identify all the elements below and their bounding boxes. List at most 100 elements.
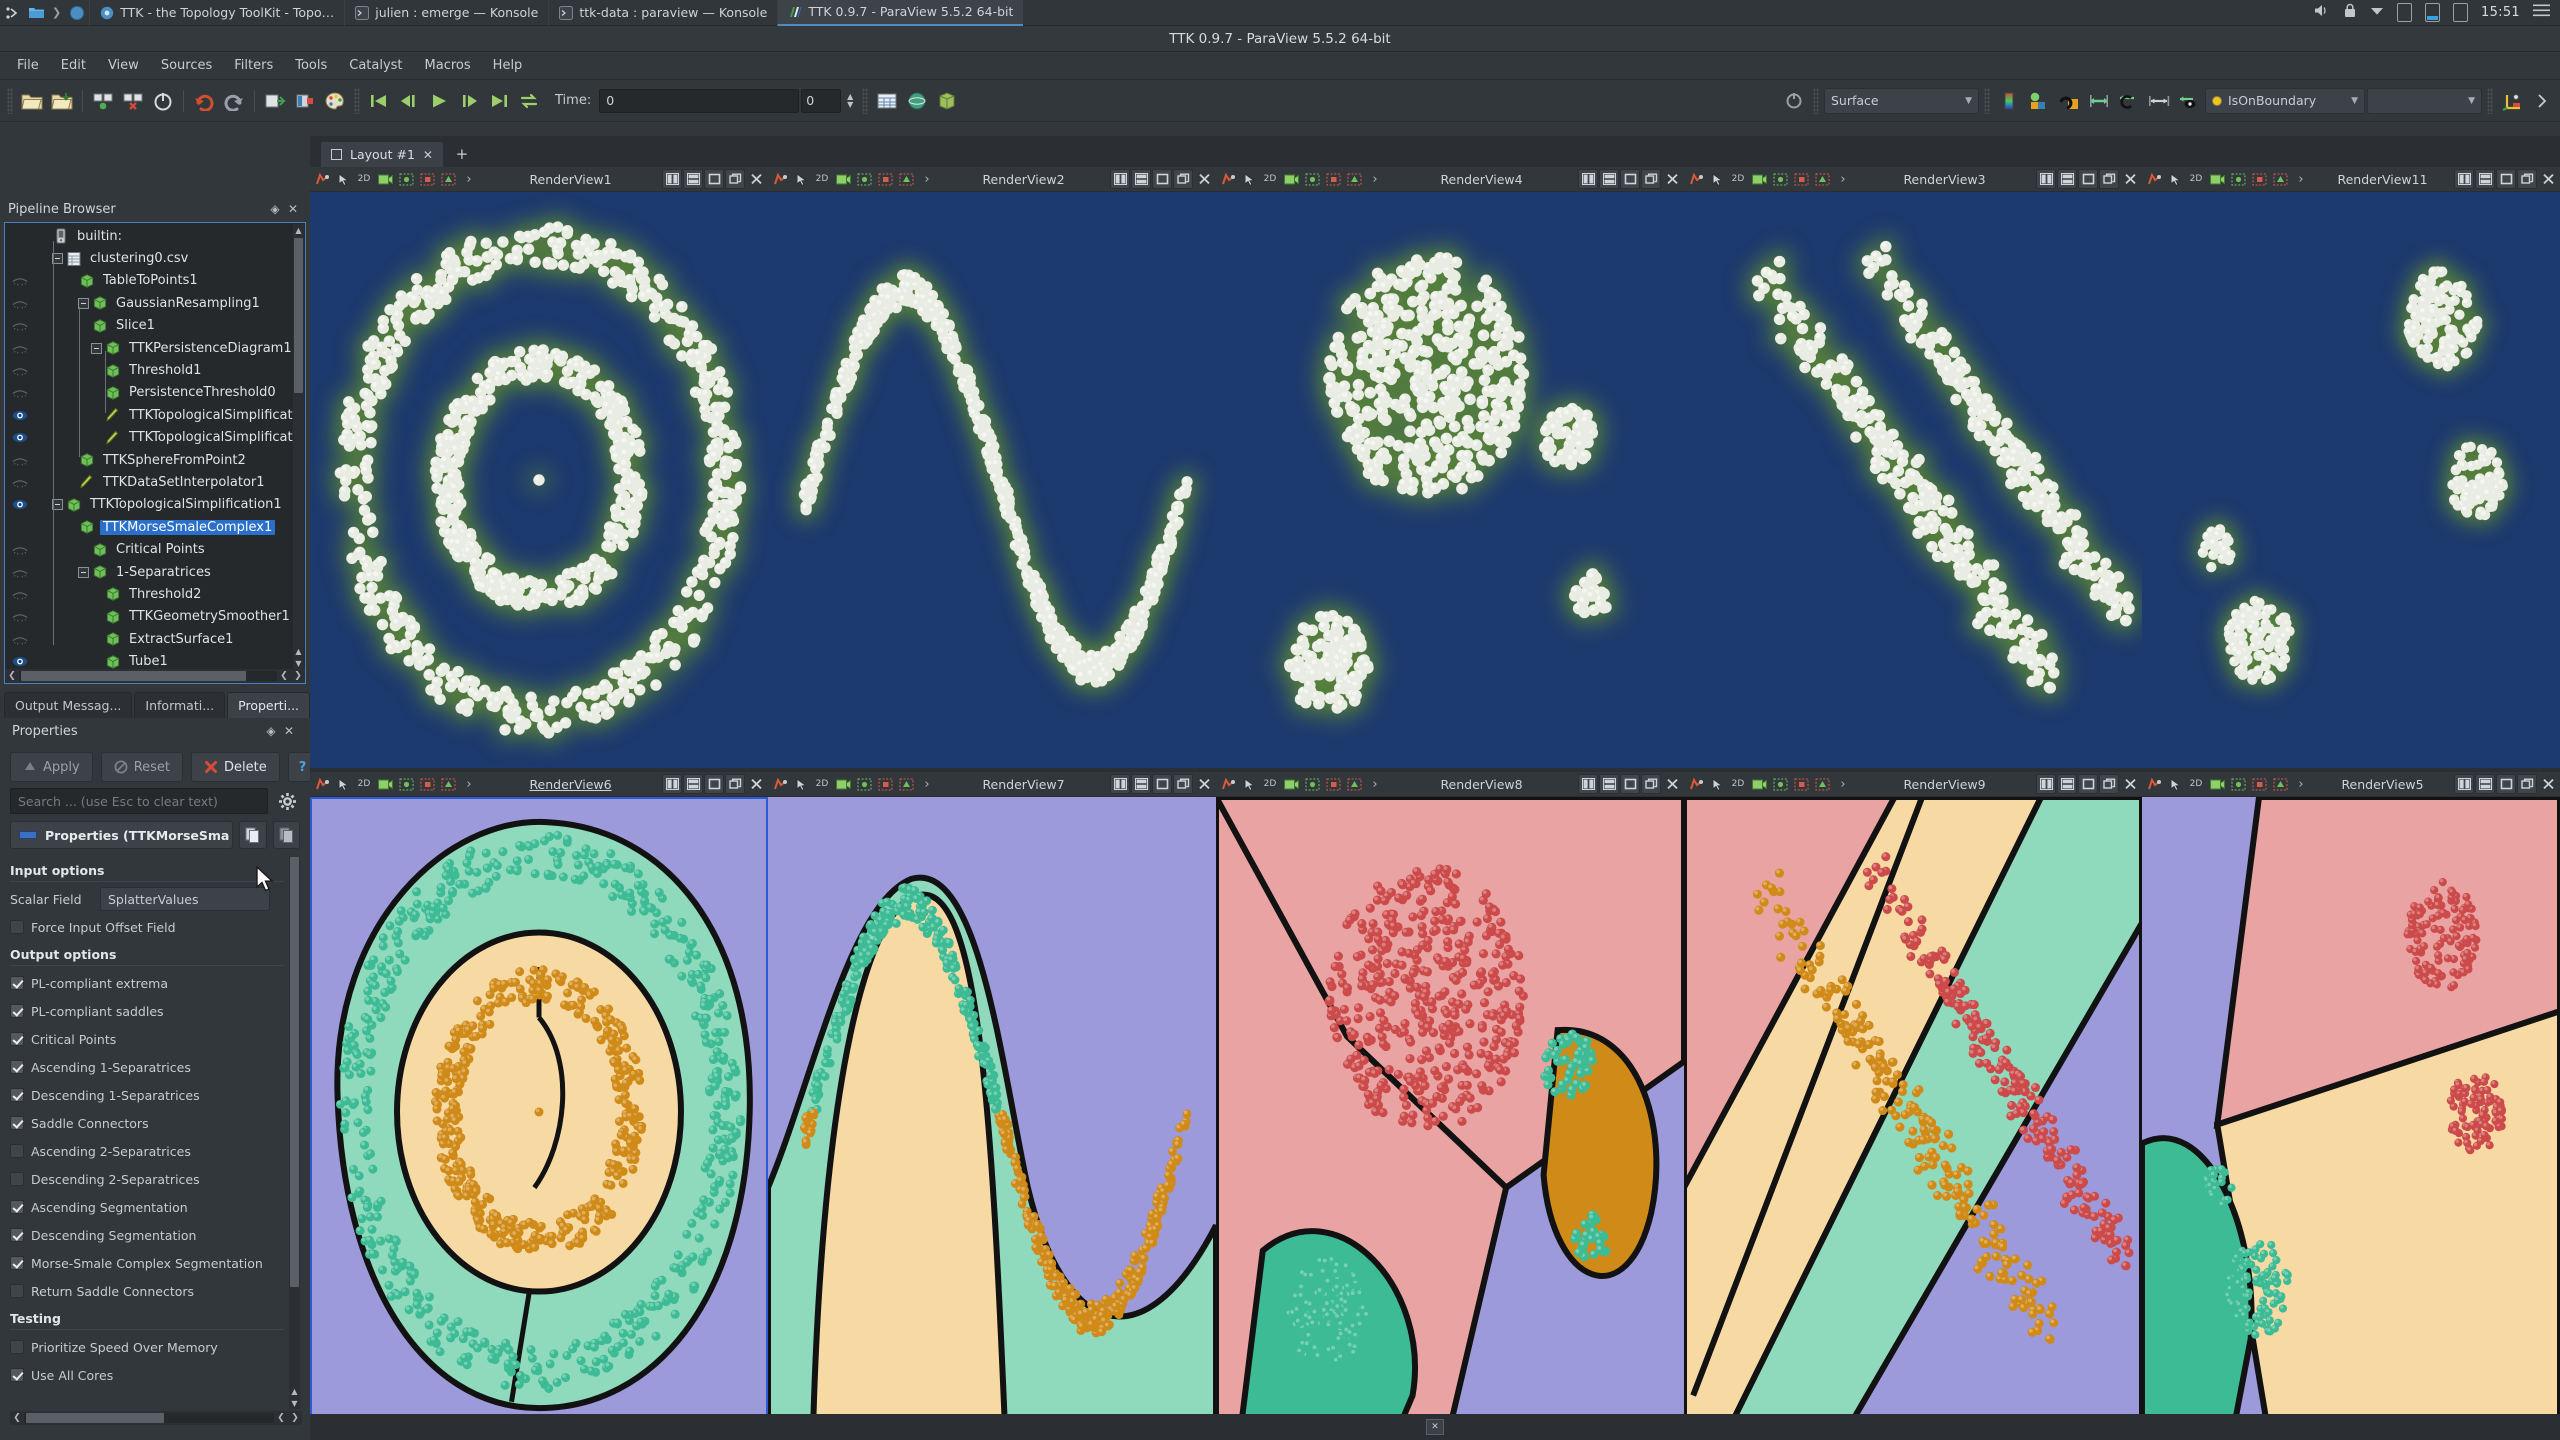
scroll-down-icon[interactable]: ▼ bbox=[289, 1397, 300, 1409]
split-horizontal-icon[interactable] bbox=[2036, 169, 2056, 189]
select-icon[interactable] bbox=[791, 774, 811, 794]
window-indicator-active[interactable] bbox=[2425, 3, 2441, 22]
properties-source-header[interactable]: Properties (TTKMorseSma bbox=[10, 821, 234, 849]
interact-icon[interactable] bbox=[1218, 774, 1238, 794]
select-frustum-icon[interactable] bbox=[2270, 774, 2290, 794]
render-view-renderview11[interactable]: 2D › RenderView11 bbox=[2142, 167, 2560, 768]
2d-toggle[interactable]: 2D bbox=[1728, 169, 1748, 189]
split-horizontal-icon[interactable] bbox=[1578, 169, 1598, 189]
search-input[interactable]: Search ... (use Esc to clear text) bbox=[10, 788, 268, 814]
select-points-icon[interactable] bbox=[1302, 774, 1322, 794]
eye-hidden-icon[interactable] bbox=[5, 382, 35, 404]
interact-icon[interactable] bbox=[2144, 169, 2164, 189]
split-vertical-icon[interactable] bbox=[1599, 169, 1619, 189]
undock-icon[interactable]: ◈ bbox=[266, 200, 284, 218]
pipeline-item-ttkspherefrompoint2[interactable]: TTKSphereFromPoint2 bbox=[5, 449, 305, 471]
redo-icon[interactable] bbox=[220, 87, 248, 115]
close-layout-icon[interactable]: ✕ bbox=[1426, 1419, 1444, 1435]
2d-toggle[interactable]: 2D bbox=[1260, 774, 1280, 794]
restore-icon[interactable] bbox=[1641, 774, 1661, 794]
split-vertical-icon[interactable] bbox=[1599, 774, 1619, 794]
maximize-icon[interactable] bbox=[1620, 169, 1640, 189]
split-vertical-icon[interactable] bbox=[2057, 774, 2077, 794]
eye-hidden-icon[interactable] bbox=[5, 315, 35, 337]
interact-icon[interactable] bbox=[770, 169, 790, 189]
property-checkbox-row[interactable]: Ascending 1-Separatrices bbox=[10, 1053, 284, 1081]
interact-icon[interactable] bbox=[1218, 169, 1238, 189]
camera-icon[interactable] bbox=[1281, 169, 1301, 189]
eye-hidden-icon[interactable] bbox=[5, 539, 35, 561]
properties-hscrollbar[interactable]: ❮ ❮ ❯ bbox=[10, 1411, 302, 1425]
maximize-icon[interactable] bbox=[1152, 169, 1172, 189]
property-checkbox-row[interactable]: Descending Segmentation bbox=[10, 1221, 284, 1249]
camera-icon[interactable] bbox=[1749, 169, 1769, 189]
camera-icon[interactable] bbox=[2207, 774, 2227, 794]
rescale-visible-icon[interactable] bbox=[2115, 87, 2143, 115]
select-points-icon[interactable] bbox=[1302, 169, 1322, 189]
split-horizontal-icon[interactable] bbox=[662, 169, 682, 189]
gear-icon[interactable] bbox=[274, 788, 300, 814]
select-frustum-icon[interactable] bbox=[2270, 169, 2290, 189]
hamburger-icon[interactable] bbox=[2533, 4, 2550, 21]
maximize-icon[interactable] bbox=[704, 169, 724, 189]
interact-icon[interactable] bbox=[2144, 774, 2164, 794]
volume-icon[interactable] bbox=[2313, 3, 2330, 22]
pipeline-item-slice1[interactable]: Slice1 bbox=[5, 315, 305, 337]
render-canvas-renderview1[interactable] bbox=[310, 192, 768, 768]
menu-tools[interactable]: Tools bbox=[284, 54, 338, 77]
expand-toolbar-icon[interactable] bbox=[2528, 87, 2556, 115]
disconnect-icon[interactable] bbox=[119, 87, 147, 115]
interact-icon[interactable] bbox=[1686, 169, 1706, 189]
eye-hidden-icon[interactable] bbox=[5, 292, 35, 314]
toggle-scalarbar-icon[interactable] bbox=[2175, 87, 2203, 115]
camera-undo-icon[interactable] bbox=[261, 87, 289, 115]
property-checkbox-row[interactable]: Prioritize Speed Over Memory bbox=[10, 1333, 284, 1361]
property-checkbox-row[interactable]: Return Saddle Connectors bbox=[10, 1277, 284, 1305]
select-frustum-icon[interactable] bbox=[896, 169, 916, 189]
render-view-renderview4[interactable]: 2D › RenderView4 bbox=[1216, 167, 1684, 768]
rescale-data-icon[interactable] bbox=[2025, 87, 2053, 115]
select-cells-icon[interactable] bbox=[1323, 169, 1343, 189]
render-canvas-renderview3[interactable] bbox=[1684, 192, 2142, 768]
last-frame-icon[interactable] bbox=[485, 87, 513, 115]
render-canvas-renderview11[interactable] bbox=[2142, 192, 2560, 768]
checkbox[interactable] bbox=[10, 1256, 24, 1270]
render-view-renderview6[interactable]: 2D › RenderView6 bbox=[310, 772, 768, 1427]
chevron-right-icon[interactable]: › bbox=[459, 169, 479, 189]
scroll-right-icon[interactable]: ❮ bbox=[274, 1413, 288, 1423]
konsole-launcher-icon[interactable] bbox=[65, 0, 89, 26]
undo-icon[interactable] bbox=[190, 87, 218, 115]
eye-hidden-icon[interactable] bbox=[5, 606, 35, 628]
scalar-field-select[interactable]: SplatterValues bbox=[100, 887, 270, 911]
scroll-right-icon-2[interactable]: ❯ bbox=[288, 1413, 302, 1423]
select-icon[interactable] bbox=[791, 169, 811, 189]
select-cells-icon[interactable] bbox=[875, 169, 895, 189]
chevron-right-icon[interactable]: › bbox=[1833, 169, 1853, 189]
select-points-icon[interactable] bbox=[2228, 169, 2248, 189]
scroll-right-icon[interactable]: ❮ bbox=[277, 671, 291, 681]
select-points-icon[interactable] bbox=[1770, 169, 1790, 189]
pipeline-item-ttkgeometrysmoother1[interactable]: TTKGeometrySmoother1 bbox=[5, 606, 305, 628]
checkbox[interactable] bbox=[10, 1228, 24, 1242]
eye-hidden-icon[interactable] bbox=[5, 337, 35, 359]
interact-icon[interactable] bbox=[312, 774, 332, 794]
restore-icon[interactable] bbox=[2099, 169, 2119, 189]
2d-toggle[interactable]: 2D bbox=[354, 774, 374, 794]
scroll-down-icon[interactable]: ▲ bbox=[293, 645, 304, 657]
camera-icon[interactable] bbox=[375, 169, 395, 189]
toolbar-grip[interactable] bbox=[862, 87, 869, 114]
select-frustum-icon[interactable] bbox=[1812, 169, 1832, 189]
eye-hidden-icon[interactable] bbox=[5, 449, 35, 471]
render-canvas-renderview9[interactable] bbox=[1684, 797, 2142, 1427]
split-vertical-icon[interactable] bbox=[2057, 169, 2077, 189]
previous-frame-icon[interactable] bbox=[395, 87, 423, 115]
eye-visible-icon[interactable] bbox=[5, 494, 35, 516]
property-checkbox-row[interactable]: Descending 2-Separatrices bbox=[10, 1165, 284, 1193]
color-component-select[interactable]: ▼ bbox=[2367, 87, 2482, 114]
interact-icon[interactable] bbox=[312, 169, 332, 189]
properties-vscroll-thumb[interactable] bbox=[290, 857, 299, 1287]
split-horizontal-icon[interactable] bbox=[662, 774, 682, 794]
eye-hidden-icon[interactable] bbox=[5, 583, 35, 605]
scroll-down-icon-2[interactable]: ▼ bbox=[293, 657, 304, 669]
restore-icon[interactable] bbox=[2517, 169, 2537, 189]
